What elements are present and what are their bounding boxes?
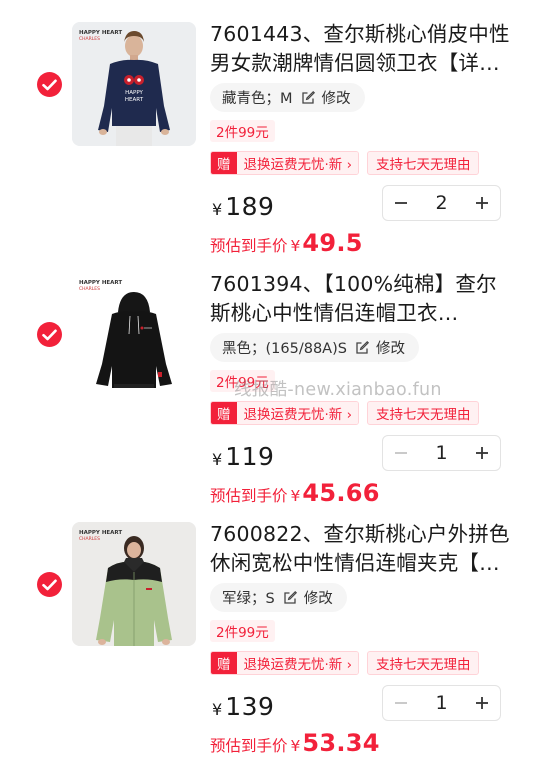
edit-icon <box>283 590 298 605</box>
svg-text:CHARLES: CHARLES <box>79 536 100 542</box>
quantity-value[interactable]: 1 <box>419 442 464 464</box>
return-shipping-tag[interactable]: 赠 退换运费无忧·新 › <box>210 651 359 675</box>
cart-item: HAPPY HEART CHARLES 7601394、【100%纯棉】查尔斯桃… <box>0 250 540 507</box>
quantity-stepper: 2 <box>382 185 501 221</box>
decrease-button[interactable] <box>383 685 419 721</box>
quantity-value[interactable]: 2 <box>419 192 464 214</box>
decrease-button[interactable] <box>383 185 419 221</box>
plus-icon <box>476 197 488 209</box>
estimated-price: 预估到手价 ¥ 53.34 <box>210 729 380 757</box>
plus-icon <box>476 447 488 459</box>
currency-symbol: ¥ <box>212 450 223 469</box>
cart-item: HAPPY HEART CHARLES 7600822、查尔斯桃心户外拼色休闲宽… <box>0 500 540 757</box>
product-title[interactable]: 7601394、【100%纯棉】查尔斯桃心中性情侣连帽卫衣【100%纯棉 <box>210 270 510 328</box>
product-title[interactable]: 7600822、查尔斯桃心户外拼色休闲宽松中性情侣连帽夹克【详情 <box>210 520 510 578</box>
price: ¥ 139 <box>212 692 274 721</box>
checkmark-icon <box>42 79 57 90</box>
select-checkbox[interactable] <box>37 572 62 597</box>
spec-selector[interactable]: 黑色；(165/88A)S 修改 <box>210 333 419 362</box>
price-value: 189 <box>225 192 275 221</box>
estimated-price-value: 53.34 <box>302 729 380 757</box>
svg-text:HAPPY: HAPPY <box>125 90 143 96</box>
select-checkbox[interactable] <box>37 322 62 347</box>
seven-day-return-tag: 支持七天无理由 <box>366 401 480 425</box>
increase-button[interactable] <box>464 435 500 471</box>
product-image[interactable]: HAPPY HEART CHARLES <box>72 522 196 646</box>
svg-text:HAPPY HEART: HAPPY HEART <box>79 530 122 536</box>
gift-label: 赠 <box>211 652 237 674</box>
svg-text:CHARLES: CHARLES <box>79 286 100 292</box>
currency-symbol: ¥ <box>212 200 223 219</box>
svg-text:HAPPY HEART: HAPPY HEART <box>79 30 122 36</box>
svg-text:CHARLES: CHARLES <box>79 36 100 42</box>
increase-button[interactable] <box>464 685 500 721</box>
product-image[interactable]: HAPPY HEART CHARLES <box>72 272 196 396</box>
edit-label: 修改 <box>375 341 405 357</box>
spec-text: 黑色；(165/88A)S <box>222 341 347 357</box>
checkmark-icon <box>42 329 57 340</box>
seven-day-return-tag: 支持七天无理由 <box>366 151 480 175</box>
minus-icon <box>395 702 407 704</box>
plus-icon <box>476 697 488 709</box>
edit-label: 修改 <box>321 91 351 107</box>
quantity-value[interactable]: 1 <box>419 692 464 714</box>
increase-button[interactable] <box>464 185 500 221</box>
price-value: 139 <box>225 692 275 721</box>
quantity-stepper: 1 <box>382 435 501 471</box>
estimated-currency: ¥ <box>290 737 301 755</box>
gift-label: 赠 <box>211 402 237 424</box>
price: ¥ 189 <box>212 192 274 221</box>
estimated-price-label: 预估到手价 <box>210 737 288 755</box>
product-title[interactable]: 7601443、查尔斯桃心俏皮中性男女款潮牌情侣圆领卫衣【详情页 <box>210 20 510 78</box>
edit-icon <box>301 90 316 105</box>
svg-text:HAPPY HEART: HAPPY HEART <box>79 280 122 286</box>
price: ¥ 119 <box>212 442 274 471</box>
price-value: 119 <box>225 442 275 471</box>
edit-icon <box>355 340 370 355</box>
cart-item: HAPPY HEART CHARLES HAPPY HEART 7601443、… <box>0 0 540 257</box>
spec-selector[interactable]: 藏青色；M 修改 <box>210 83 365 112</box>
select-checkbox[interactable] <box>37 72 62 97</box>
spec-selector[interactable]: 军绿；S 修改 <box>210 583 347 612</box>
return-shipping-tag[interactable]: 赠 退换运费无忧·新 › <box>210 401 359 425</box>
promo-badge: 2件99元 <box>210 120 275 142</box>
edit-label: 修改 <box>303 591 333 607</box>
return-shipping-text: 退换运费无忧·新 › <box>236 652 358 674</box>
promo-badge: 2件99元 <box>210 620 275 642</box>
gift-label: 赠 <box>211 152 237 174</box>
spec-text: 藏青色；M <box>222 91 293 107</box>
checkmark-icon <box>42 579 57 590</box>
spec-text: 军绿；S <box>222 591 275 607</box>
minus-icon <box>395 452 407 454</box>
return-shipping-text: 退换运费无忧·新 › <box>236 402 358 424</box>
watermark: 线报酷-new.xianbao.fun <box>234 380 442 400</box>
return-shipping-tag[interactable]: 赠 退换运费无忧·新 › <box>210 151 359 175</box>
return-shipping-text: 退换运费无忧·新 › <box>236 152 358 174</box>
currency-symbol: ¥ <box>212 700 223 719</box>
quantity-stepper: 1 <box>382 685 501 721</box>
product-image[interactable]: HAPPY HEART CHARLES HAPPY HEART <box>72 22 196 146</box>
svg-text:HEART: HEART <box>125 97 144 103</box>
minus-icon <box>395 202 407 204</box>
seven-day-return-tag: 支持七天无理由 <box>366 651 480 675</box>
decrease-button[interactable] <box>383 435 419 471</box>
